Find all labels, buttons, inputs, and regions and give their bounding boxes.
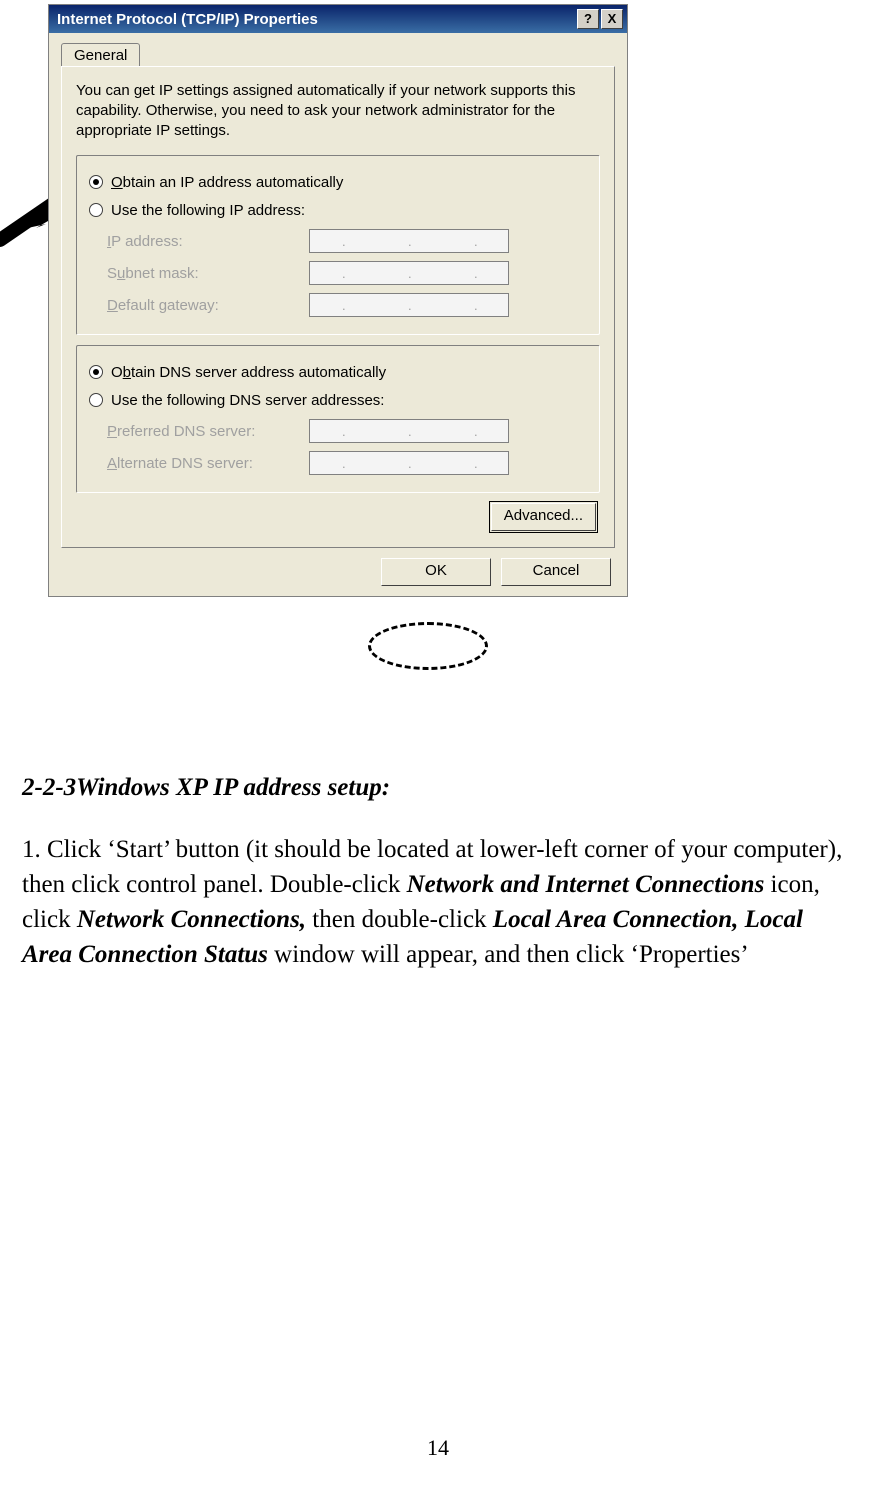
default-gateway-label: Default gateway: [89, 297, 309, 314]
ip-settings-group: Obtain an IP address automatically Use t… [76, 155, 600, 335]
advanced-button[interactable]: Advanced... [491, 503, 596, 531]
radio-icon [89, 175, 103, 189]
radio-ip-manual-label: Use the following IP address: [111, 202, 305, 219]
preferred-dns-input[interactable]: ... [309, 419, 509, 443]
alternate-dns-input[interactable]: ... [309, 451, 509, 475]
tcpip-properties-dialog: Internet Protocol (TCP/IP) Properties ? … [48, 4, 628, 597]
tab-panel-general: You can get IP settings assigned automat… [61, 66, 615, 548]
ip-address-label: IP address: [89, 233, 309, 250]
description-text: You can get IP settings assigned automat… [76, 81, 600, 141]
dialog-title: Internet Protocol (TCP/IP) Properties [57, 11, 575, 28]
default-gateway-input[interactable]: ... [309, 293, 509, 317]
dialog-button-row: OK Cancel [61, 548, 615, 586]
radio-ip-manual[interactable]: Use the following IP address: [89, 198, 587, 222]
alternate-dns-label: Alternate DNS server: [89, 455, 309, 472]
ok-button[interactable]: OK [381, 558, 491, 586]
preferred-dns-label: Preferred DNS server: [89, 423, 309, 440]
page-number: 14 [0, 1435, 876, 1461]
document-body: 2-2-3Windows XP IP address setup: 1. Cli… [18, 774, 858, 972]
close-button[interactable]: X [601, 9, 623, 29]
radio-dns-auto[interactable]: Obtain DNS server address automatically [89, 360, 587, 384]
radio-ip-auto-label: Obtain an IP address automatically [111, 174, 343, 191]
tab-general[interactable]: General [61, 43, 140, 67]
section-heading: 2-2-3Windows XP IP address setup: [22, 774, 854, 802]
radio-ip-auto[interactable]: Obtain an IP address automatically [89, 170, 587, 194]
radio-dns-manual[interactable]: Use the following DNS server addresses: [89, 388, 587, 412]
radio-dns-manual-label: Use the following DNS server addresses: [111, 392, 384, 409]
help-button[interactable]: ? [577, 9, 599, 29]
radio-icon [89, 365, 103, 379]
tcpip-dialog-figure: Internet Protocol (TCP/IP) Properties ? … [48, 4, 628, 694]
dns-settings-group: Obtain DNS server address automatically … [76, 345, 600, 493]
instruction-paragraph: 1. Click ‘Start’ button (it should be lo… [22, 832, 854, 972]
highlight-ellipse-ok [368, 622, 488, 670]
dialog-titlebar: Internet Protocol (TCP/IP) Properties ? … [49, 5, 627, 33]
radio-dns-auto-label: Obtain DNS server address automatically [111, 364, 386, 381]
subnet-mask-input[interactable]: ... [309, 261, 509, 285]
subnet-mask-label: Subnet mask: [89, 265, 309, 282]
tab-strip: General [61, 41, 615, 67]
radio-icon [89, 203, 103, 217]
radio-icon [89, 393, 103, 407]
ip-address-input[interactable]: ... [309, 229, 509, 253]
cancel-button[interactable]: Cancel [501, 558, 611, 586]
